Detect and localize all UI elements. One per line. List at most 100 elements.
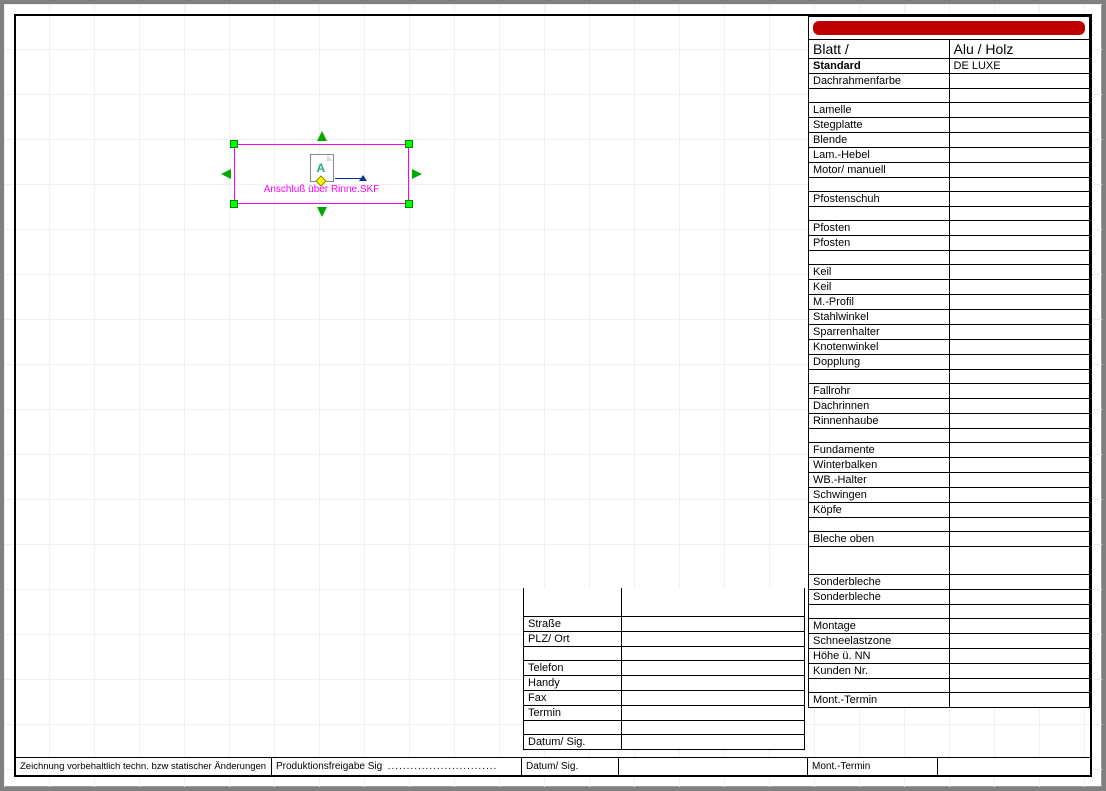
tb-row-value[interactable] <box>949 148 1090 163</box>
tb-row-value[interactable] <box>949 664 1090 679</box>
contact-value[interactable] <box>622 616 805 631</box>
tb-row-value[interactable] <box>949 265 1090 280</box>
contact-label: Straße <box>524 616 622 631</box>
tb-row-value[interactable] <box>949 634 1090 649</box>
contact-label: Handy <box>524 675 622 690</box>
tb-row-label: WB.-Halter <box>809 473 950 488</box>
tb-row-label: Winterbalken <box>809 458 950 473</box>
contact-value[interactable] <box>622 734 805 749</box>
contact-value[interactable] <box>622 675 805 690</box>
contact-value[interactable] <box>622 631 805 646</box>
header-blatt: Blatt / <box>809 40 950 59</box>
sub-standard: Standard <box>809 59 950 74</box>
contact-label: PLZ/ Ort <box>524 631 622 646</box>
tb-row-value[interactable] <box>949 458 1090 473</box>
tb-row-value[interactable] <box>949 619 1090 634</box>
tb-row-value[interactable] <box>949 340 1090 355</box>
tb-row-label: Schneelastzone <box>809 634 950 649</box>
contact-label: Fax <box>524 690 622 705</box>
contact-label: Termin <box>524 705 622 720</box>
tb-row-value[interactable] <box>949 384 1090 399</box>
tb-row-label: Motor/ manuell <box>809 163 950 178</box>
tb-row-label: Blende <box>809 133 950 148</box>
contact-value[interactable] <box>622 690 805 705</box>
tb-row-label: Rinnenhaube <box>809 414 950 429</box>
redacted-header <box>809 17 1090 40</box>
tb-row-value[interactable] <box>949 192 1090 207</box>
tb-row-value[interactable] <box>949 532 1090 547</box>
tb-row-label: Höhe ü. NN <box>809 649 950 664</box>
tb-row-label: Pfostenschuh <box>809 192 950 207</box>
tb-row-value[interactable] <box>949 575 1090 590</box>
move-arrow-up[interactable] <box>317 131 327 141</box>
tb-row-value[interactable] <box>949 295 1090 310</box>
object-content: Anschluß über Rinne.SKF <box>235 145 408 203</box>
tb-row-label: Montage <box>809 619 950 634</box>
footer-datum-label: Datum/ Sig. <box>522 758 619 775</box>
tb-row-label: Bleche oben <box>809 532 950 547</box>
contact-block: StraßePLZ/ Ort TelefonHandyFaxTermin Datum… <box>523 588 805 750</box>
tb-row-label: Dachrinnen <box>809 399 950 414</box>
tb-row-label: Dopplung <box>809 355 950 370</box>
tb-row-value[interactable] <box>949 488 1090 503</box>
header-aluholz: Alu / Holz <box>949 40 1090 59</box>
tb-row-label: Stegplatte <box>809 118 950 133</box>
tb-row-value[interactable] <box>949 310 1090 325</box>
tb-row-value[interactable] <box>949 280 1090 295</box>
footer-mont-value <box>938 758 1090 775</box>
tb-row-value[interactable] <box>949 590 1090 605</box>
tb-row-label: M.-Profil <box>809 295 950 310</box>
tb-row-label: Mont.-Termin <box>809 693 950 708</box>
drawing-page: Anschluß über Rinne.SKF Blatt / Alu / Ho… <box>4 4 1102 787</box>
tb-row-label: Sonderbleche <box>809 575 950 590</box>
tb-row-value[interactable] <box>949 399 1090 414</box>
tb-row-value[interactable] <box>949 133 1090 148</box>
contact-label: Datum/ Sig. <box>524 734 622 749</box>
footer-prod: Produktionsfreigabe Sig ................… <box>272 758 522 775</box>
tb-row-value[interactable] <box>949 325 1090 340</box>
title-block: Blatt / Alu / Holz Standard DE LUXE Dach… <box>808 16 1090 708</box>
tb-row-value[interactable] <box>949 118 1090 133</box>
tb-row-label: Sonderbleche <box>809 590 950 605</box>
tb-row-label: Lamelle <box>809 103 950 118</box>
tb-row-label: Knotenwinkel <box>809 340 950 355</box>
tb-row-value[interactable] <box>949 163 1090 178</box>
contact-value[interactable] <box>622 660 805 675</box>
tb-row-value[interactable] <box>949 649 1090 664</box>
tb-row-label: Fundamente <box>809 443 950 458</box>
reference-arrow <box>335 178 365 179</box>
tb-row-label: Pfosten <box>809 236 950 251</box>
tb-row-value[interactable] <box>949 221 1090 236</box>
tb-row-label: Fallrohr <box>809 384 950 399</box>
tb-row-label: Lam.-Hebel <box>809 148 950 163</box>
footer-mont-label: Mont.-Termin <box>808 758 938 775</box>
tb-row-value[interactable] <box>949 414 1090 429</box>
move-arrow-left[interactable] <box>221 169 231 179</box>
move-arrow-down[interactable] <box>317 207 327 217</box>
tb-row-value[interactable] <box>949 74 1090 89</box>
tb-row-label: Dachrahmenfarbe <box>809 74 950 89</box>
sub-deluxe: DE LUXE <box>949 59 1090 74</box>
tb-row-value[interactable] <box>949 103 1090 118</box>
tb-row-label: Köpfe <box>809 503 950 518</box>
tb-row-value[interactable] <box>949 355 1090 370</box>
tb-row-label: Keil <box>809 265 950 280</box>
tb-row-label: Schwingen <box>809 488 950 503</box>
selected-object[interactable]: Anschluß über Rinne.SKF <box>234 144 409 204</box>
tb-row-label: Keil <box>809 280 950 295</box>
tb-row-value[interactable] <box>949 693 1090 708</box>
move-arrow-right[interactable] <box>412 169 422 179</box>
tb-row-label: Sparrenhalter <box>809 325 950 340</box>
contact-value[interactable] <box>622 705 805 720</box>
tb-row-label: Stahlwinkel <box>809 310 950 325</box>
footer-strip: Zeichnung vorbehaltlich techn. bzw stati… <box>16 757 1090 775</box>
tb-row-value[interactable] <box>949 473 1090 488</box>
footer-spacer <box>619 758 808 775</box>
tb-row-label: Kunden Nr. <box>809 664 950 679</box>
tb-row-value[interactable] <box>949 443 1090 458</box>
tb-row-value[interactable] <box>949 236 1090 251</box>
tb-row-label: Pfosten <box>809 221 950 236</box>
footer-disclaimer: Zeichnung vorbehaltlich techn. bzw stati… <box>16 758 272 775</box>
tb-row-value[interactable] <box>949 503 1090 518</box>
contact-label: Telefon <box>524 660 622 675</box>
